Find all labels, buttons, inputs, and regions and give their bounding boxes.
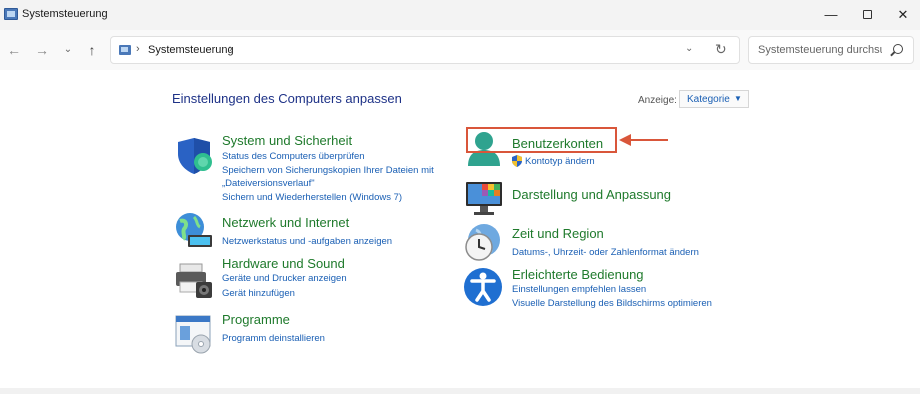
refresh-button[interactable]: ↻: [715, 41, 727, 58]
link-backup-restore-win7[interactable]: Sichern und Wiederherstellen (Windows 7): [222, 192, 402, 203]
category-hardware-sound[interactable]: Hardware und Sound: [222, 256, 345, 271]
ease-of-access-icon[interactable]: [462, 266, 504, 308]
link-file-history-backup-cont[interactable]: „Dateiversionsverlauf": [222, 178, 315, 189]
control-panel-icon: [4, 8, 18, 20]
view-by-value: Kategorie: [687, 94, 730, 105]
address-bar[interactable]: › Systemsteuerung › ⌄ ↻: [110, 36, 740, 64]
link-network-status[interactable]: Netzwerkstatus und -aufgaben anzeigen: [222, 236, 392, 247]
category-ease-of-access[interactable]: Erleichterte Bedienung: [512, 267, 644, 282]
system-security-shield-icon[interactable]: [174, 136, 214, 176]
dropdown-caret-icon: ▼: [734, 94, 742, 103]
hardware-printer-icon[interactable]: [174, 260, 214, 300]
breadcrumb-separator[interactable]: ›: [229, 43, 233, 55]
link-devices-printers[interactable]: Geräte und Drucker anzeigen: [222, 273, 347, 284]
address-dropdown-button[interactable]: ⌄: [685, 43, 693, 54]
category-network-internet[interactable]: Netzwerk und Internet: [222, 215, 349, 230]
up-button[interactable]: ↑: [82, 40, 102, 60]
breadcrumb-separator[interactable]: ›: [136, 43, 140, 55]
bottom-edge: [0, 388, 920, 394]
view-label: Anzeige:: [638, 95, 677, 106]
title-bar: Systemsteuerung — ✕: [0, 0, 920, 30]
annotation-arrow: [630, 139, 668, 141]
uac-shield-icon: [512, 155, 522, 167]
breadcrumb-systemsteuerung[interactable]: Systemsteuerung: [148, 44, 234, 56]
back-button[interactable]: ←: [4, 40, 24, 60]
link-uninstall-program[interactable]: Programm deinstallieren: [222, 333, 325, 344]
navigation-bar: ← → ⌄ ↑ › Systemsteuerung › ⌄ ↻ Systemst…: [0, 30, 920, 70]
highlight-box: [466, 127, 617, 153]
category-clock-region[interactable]: Zeit und Region: [512, 226, 604, 241]
programs-icon[interactable]: [174, 314, 214, 354]
view-by-dropdown[interactable]: Kategorie ▼: [679, 90, 749, 108]
search-box[interactable]: Systemsteuerung durchsuc...: [748, 36, 914, 64]
link-check-computer-status[interactable]: Status des Computers überprüfen: [222, 151, 365, 162]
category-appearance[interactable]: Darstellung und Anpassung: [512, 187, 671, 202]
recent-locations-button[interactable]: ⌄: [58, 40, 78, 60]
network-globe-icon[interactable]: [174, 211, 214, 251]
link-add-device[interactable]: Gerät hinzufügen: [222, 288, 295, 299]
search-icon[interactable]: [893, 44, 903, 54]
window-title: Systemsteuerung: [22, 8, 108, 20]
category-programs[interactable]: Programme: [222, 312, 290, 327]
close-button[interactable]: ✕: [888, 4, 918, 26]
forward-button[interactable]: →: [32, 40, 52, 60]
minimize-button[interactable]: —: [816, 4, 846, 26]
link-file-history-backup[interactable]: Speichern von Sicherungskopien Ihrer Dat…: [222, 165, 434, 176]
maximize-button[interactable]: [852, 4, 882, 26]
clock-globe-icon[interactable]: [462, 222, 504, 264]
link-date-time-format[interactable]: Datums-, Uhrzeit- oder Zahlenformat ände…: [512, 247, 699, 258]
control-panel-icon: [119, 45, 131, 55]
category-system-security[interactable]: System und Sicherheit: [222, 133, 352, 148]
link-change-account-type[interactable]: Kontotyp ändern: [525, 156, 595, 167]
link-optimize-visual-display[interactable]: Visuelle Darstellung des Bildschirms opt…: [512, 298, 712, 309]
link-recommend-settings[interactable]: Einstellungen empfehlen lassen: [512, 284, 646, 295]
page-title: Einstellungen des Computers anpassen: [172, 91, 402, 106]
search-input[interactable]: Systemsteuerung durchsuc...: [758, 44, 882, 56]
appearance-monitor-icon[interactable]: [464, 180, 504, 216]
maximize-icon: [862, 10, 872, 19]
